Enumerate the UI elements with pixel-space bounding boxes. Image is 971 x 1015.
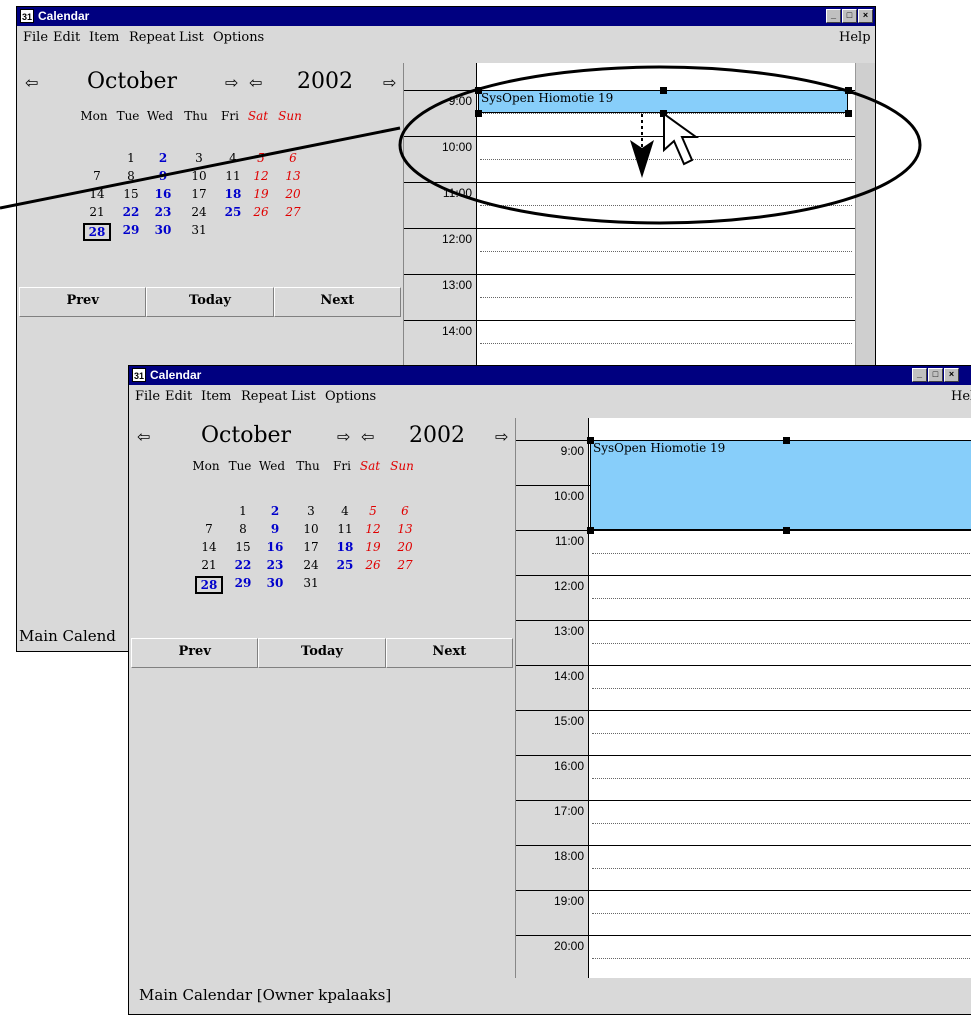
callout-line xyxy=(0,126,401,210)
mouse-pointer-icon xyxy=(663,112,700,166)
highlight-ellipse xyxy=(398,65,922,225)
annotation-overlay xyxy=(0,65,922,225)
